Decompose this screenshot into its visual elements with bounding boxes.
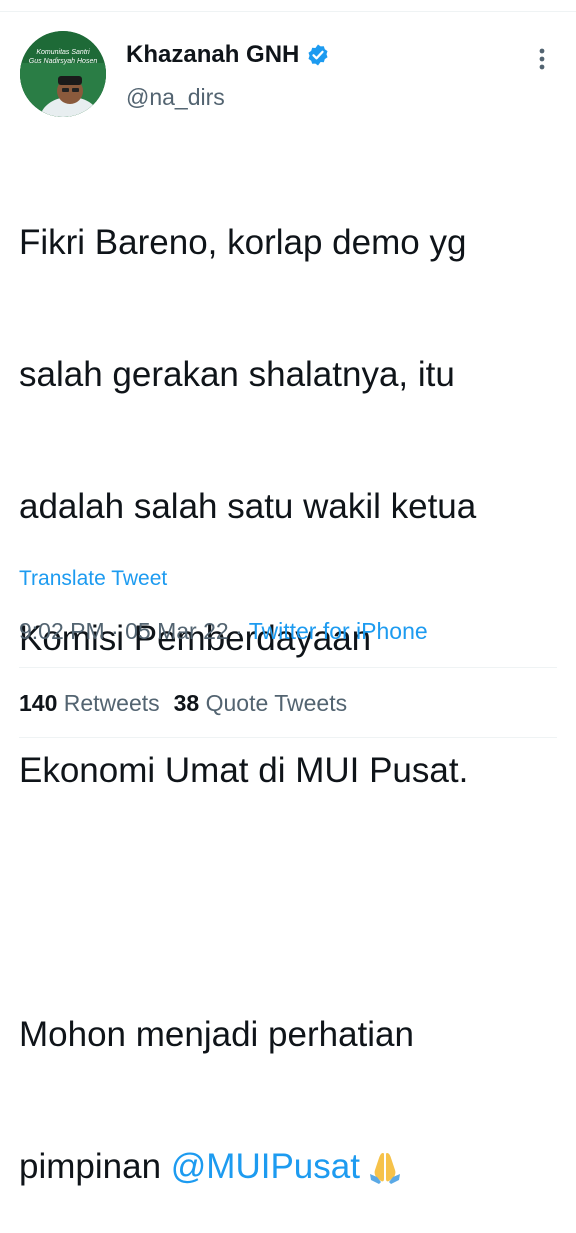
avatar[interactable]: Komunitas Santri Gus Nadirsyah Hosen xyxy=(20,31,106,117)
tweet-text: Fikri Bareno, korlap demo yg salah gerak… xyxy=(19,133,564,1233)
quote-tweets-count: 38 xyxy=(173,690,200,716)
tweet-last-line-prefix: pimpinan xyxy=(19,1147,171,1186)
more-options-icon[interactable] xyxy=(527,44,557,74)
retweets-stat[interactable]: 140 Retweets xyxy=(19,690,160,716)
tweet-last-line: pimpinan @MUIPusat xyxy=(19,1145,564,1189)
top-divider xyxy=(0,11,576,12)
tweet-line: Mohon menjadi perhatian xyxy=(19,1015,414,1054)
stats-divider-top xyxy=(19,667,557,668)
avatar-text-2: Gus Nadirsyah Hosen xyxy=(28,58,98,65)
quote-tweets-label: Quote Tweets xyxy=(205,690,348,716)
verified-badge-icon xyxy=(306,43,330,67)
tweet-date[interactable]: 05 Mar 22 xyxy=(125,618,229,644)
author-name[interactable]: Khazanah GNH xyxy=(126,40,299,70)
tweet-line xyxy=(19,881,564,925)
mention-link[interactable]: @MUIPusat xyxy=(171,1147,360,1186)
tweet-time[interactable]: 9:02 PM xyxy=(19,618,105,644)
avatar-text-1: Komunitas Santri xyxy=(36,49,90,56)
translate-tweet-link[interactable]: Translate Tweet xyxy=(19,566,167,592)
quote-tweets-stat[interactable]: 38 Quote Tweets xyxy=(174,690,347,716)
tweet-stats: 140 Retweets 38 Quote Tweets xyxy=(19,689,347,717)
tweet-source-link[interactable]: Twitter for iPhone xyxy=(249,618,428,644)
folded-hands-emoji-icon xyxy=(366,1150,404,1195)
avatar-image xyxy=(20,31,106,117)
author-handle[interactable]: @na_dirs xyxy=(126,83,225,111)
tweet-meta: 9:02 PM · 05 Mar 22 · Twitter for iPhone xyxy=(19,617,428,645)
tweet-line: Fikri Bareno, korlap demo yg xyxy=(19,223,467,262)
tweet-line: adalah salah satu wakil ketua xyxy=(19,487,477,526)
meta-separator: · xyxy=(104,618,126,644)
stats-divider-bottom xyxy=(19,737,557,738)
tweet-line: Ekonomi Umat di MUI Pusat. xyxy=(19,751,469,790)
author-name-row[interactable]: Khazanah GNH xyxy=(126,40,330,70)
meta-separator: · xyxy=(228,618,249,644)
retweets-count: 140 xyxy=(19,690,58,716)
retweets-label: Retweets xyxy=(63,690,160,716)
tweet-line: salah gerakan shalatnya, itu xyxy=(19,355,455,394)
